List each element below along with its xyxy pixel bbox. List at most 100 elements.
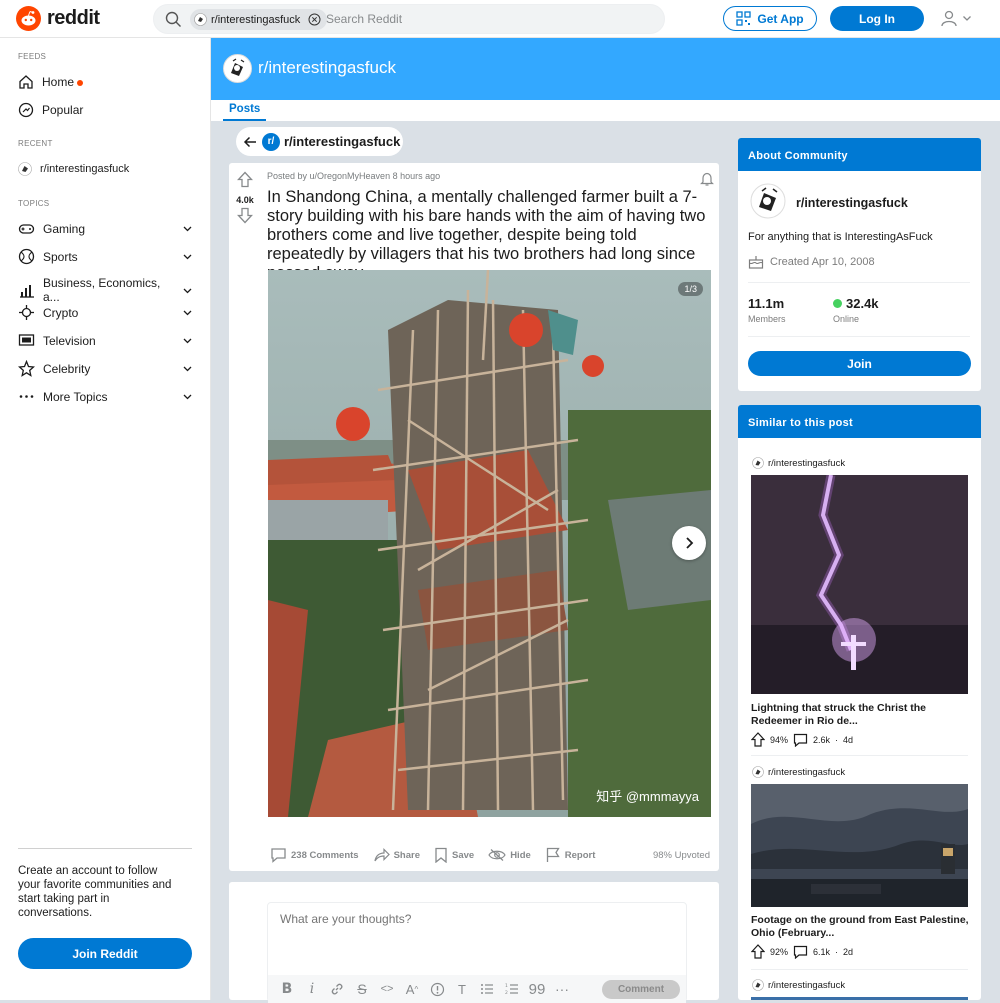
similar-posts-card: Similar to this post r/interestingasfuck… <box>738 405 981 1000</box>
numbered-list-icon[interactable]: 12 <box>501 978 523 1000</box>
comment-count: 2.6k <box>813 734 831 745</box>
divider <box>748 336 970 337</box>
community-avatar-icon <box>752 457 764 469</box>
save-button[interactable]: Save <box>434 847 474 863</box>
gallery-next-button[interactable] <box>672 526 706 560</box>
online-status-dot <box>833 299 842 308</box>
members-label: Members <box>748 314 786 324</box>
chevron-down-icon <box>962 13 972 23</box>
online-value: 32.4k <box>846 296 879 311</box>
strikethrough-icon[interactable]: S <box>351 978 373 1000</box>
sidebar-item-gaming[interactable]: Gaming <box>18 220 193 237</box>
comment-input[interactable] <box>280 912 670 962</box>
reddit-logo[interactable]: reddit <box>16 6 100 31</box>
similar-post-title[interactable]: Footage on the ground from East Palestin… <box>751 914 971 939</box>
link-icon[interactable] <box>326 978 348 1000</box>
similar-post-subreddit[interactable]: r/interestingasfuck <box>752 979 845 991</box>
hide-button[interactable]: Hide <box>488 848 531 862</box>
inline-code-icon[interactable]: <> <box>376 978 398 1000</box>
home-label: Home <box>42 75 75 89</box>
get-app-label: Get App <box>757 11 804 26</box>
tab-posts[interactable]: Posts <box>223 103 267 121</box>
bulleted-list-icon[interactable] <box>476 978 498 1000</box>
flag-icon <box>545 847 561 863</box>
post-age: 2d <box>843 946 854 957</box>
comment-icon <box>793 945 808 959</box>
share-label: Share <box>393 849 420 861</box>
join-reddit-button[interactable]: Join Reddit <box>18 938 192 969</box>
image-watermark: 知乎 @mmmayya <box>596 789 699 804</box>
topic-label: Celebrity <box>43 361 91 376</box>
sidebar-item-home[interactable]: Home <box>18 74 193 90</box>
heading-icon[interactable]: T <box>451 978 473 1000</box>
quote-icon[interactable]: 99 <box>526 978 548 1000</box>
superscript-icon[interactable]: A ^ <box>401 978 423 1000</box>
search-community-chip[interactable]: r/interestingasfuck <box>190 9 328 30</box>
popular-label: Popular <box>42 103 84 117</box>
clear-chip-icon[interactable] <box>308 13 321 26</box>
home-icon <box>18 74 34 90</box>
similar-post-subreddit[interactable]: r/interestingasfuck <box>752 457 845 469</box>
post-meta: Posted by u/OregonMyHeaven 8 hours ago <box>267 171 441 181</box>
italic-icon[interactable]: i <box>301 978 323 1000</box>
svg-text:2: 2 <box>505 990 508 996</box>
user-menu[interactable] <box>940 9 972 27</box>
community-created: Created Apr 10, 2008 <box>748 254 875 269</box>
similar-post-thumbnail[interactable] <box>751 784 968 907</box>
upvote-icon <box>751 944 765 959</box>
vote-column: 4.0k <box>229 171 261 229</box>
topic-label: Gaming <box>43 221 86 236</box>
topic-label: Television <box>43 333 96 348</box>
chevron-down-icon <box>182 391 193 402</box>
comment-editor: B i S <> A^ T 12 99 ··· Comment <box>267 902 687 1003</box>
upvote-icon[interactable] <box>237 171 253 188</box>
about-community-name[interactable]: r/interestingasfuck <box>796 196 908 210</box>
community-tabs: Posts <box>211 100 1000 121</box>
search-input[interactable] <box>326 8 626 30</box>
similar-post-title[interactable]: Lightning that struck the Christ the Red… <box>751 702 971 727</box>
join-community-button[interactable]: Join <box>748 351 971 376</box>
login-button[interactable]: Log In <box>830 6 924 31</box>
sidebar-item-popular[interactable]: Popular <box>18 102 193 118</box>
svg-text:1: 1 <box>505 983 508 989</box>
community-avatar <box>223 54 252 83</box>
report-button[interactable]: Report <box>545 847 595 863</box>
similar-post-item[interactable]: r/interestingasfuck Footage on the groun… <box>738 766 981 966</box>
about-community-title: About Community <box>738 138 981 171</box>
sidebar-item-crypto[interactable]: Crypto <box>18 304 193 321</box>
sidebar-item-more-topics[interactable]: More Topics <box>18 388 193 405</box>
post-image-gallery[interactable]: 1/3 知乎 @mmmayya <box>268 270 711 817</box>
similar-post-thumbnail[interactable] <box>751 475 968 694</box>
chevron-down-icon <box>182 223 193 234</box>
get-app-button[interactable]: Get App <box>723 6 817 31</box>
more-options-icon[interactable]: ··· <box>551 978 573 1000</box>
community-title: r/interestingasfuck <box>258 58 396 77</box>
back-to-community[interactable]: r/ r/interestingasfuck <box>236 127 403 156</box>
upvote-percent: 92% <box>770 946 789 957</box>
chart-icon <box>18 282 35 299</box>
comments-button[interactable]: 238 Comments <box>270 847 359 863</box>
television-icon <box>18 332 35 349</box>
sidebar-item-sports[interactable]: Sports <box>18 248 193 265</box>
downvote-icon[interactable] <box>237 207 253 224</box>
comment-submit-button[interactable]: Comment <box>602 979 680 999</box>
similar-post-item[interactable]: r/interestingasfuck Lightning that struc… <box>738 457 981 747</box>
topic-label: More Topics <box>43 389 108 404</box>
similar-post-item[interactable]: r/interestingasfuck <box>738 979 981 1000</box>
search-bar[interactable]: r/interestingasfuck <box>153 4 665 34</box>
post-title[interactable]: In Shandong China, a mentally challenged… <box>267 188 715 283</box>
crypto-icon <box>18 304 35 321</box>
subreddit-name: r/interestingasfuck <box>768 457 846 469</box>
share-button[interactable]: Share <box>373 847 420 863</box>
similar-post-subreddit[interactable]: r/interestingasfuck <box>752 766 845 778</box>
notification-bell-icon[interactable] <box>699 171 715 187</box>
sidebar-item-business[interactable]: Business, Economics, a... <box>18 276 193 304</box>
sidebar-item-celebrity[interactable]: Celebrity <box>18 360 193 377</box>
search-icon <box>165 11 182 28</box>
spoiler-icon[interactable] <box>426 978 448 1000</box>
sidebar-item-recent[interactable]: r/interestingasfuck <box>18 162 193 176</box>
sidebar-item-television[interactable]: Television <box>18 332 193 349</box>
bold-icon[interactable]: B <box>276 978 298 1000</box>
separator-dot: · <box>835 734 839 745</box>
notification-dot <box>77 79 84 86</box>
